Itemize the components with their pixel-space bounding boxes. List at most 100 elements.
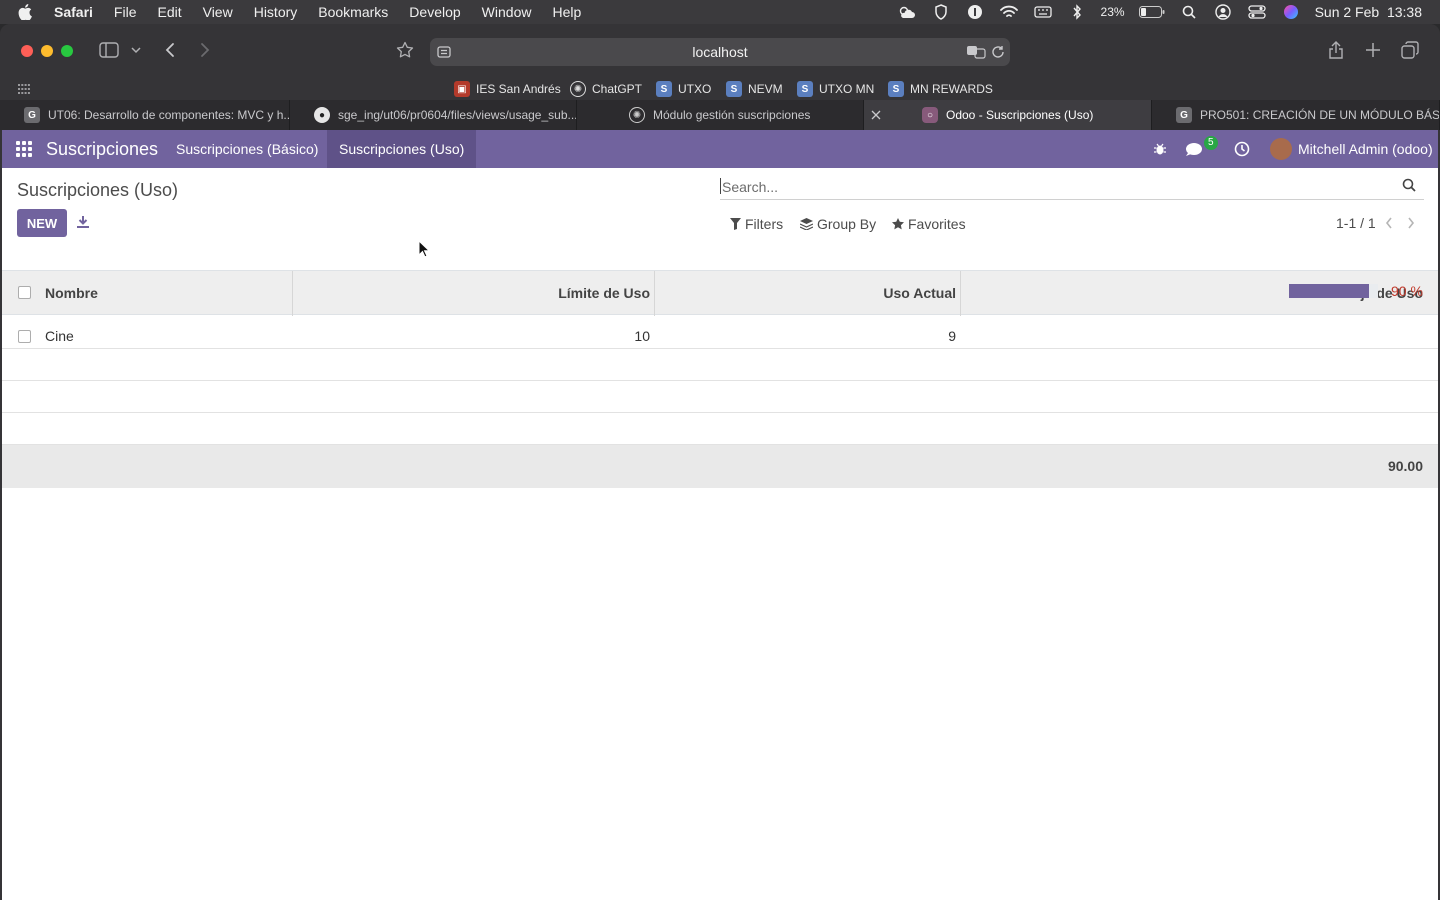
menu-suscripciones-uso[interactable]: Suscripciones (Uso) <box>327 130 477 168</box>
column-divider <box>292 271 293 316</box>
avatar <box>1270 138 1292 160</box>
pager-value[interactable]: 1-1 / 1 <box>1336 215 1376 231</box>
translate-icon[interactable] <box>966 44 986 60</box>
menu-app-name[interactable]: Safari <box>54 4 93 20</box>
debug-bug-icon[interactable] <box>1153 130 1171 168</box>
user-name: Mitchell Admin (odoo) <box>1298 141 1433 157</box>
vpn-shield-icon[interactable] <box>931 4 951 20</box>
odoo-icon: ○ <box>922 107 938 123</box>
menu-file[interactable]: File <box>114 4 137 20</box>
apple-menu-icon[interactable] <box>18 4 36 20</box>
share-icon[interactable] <box>1326 40 1346 60</box>
row-checkbox[interactable] <box>18 330 31 343</box>
table-footer: 90.00 <box>2 445 1438 488</box>
bookmark-utxo-mn[interactable]: S UTXO MN <box>797 80 874 98</box>
search-input[interactable]: Search... <box>720 174 1424 200</box>
chevron-down-icon[interactable] <box>130 44 142 56</box>
bookmark-label: NEVM <box>748 82 783 96</box>
filters-button[interactable]: Filters <box>730 216 783 232</box>
search-icon[interactable] <box>1402 178 1418 194</box>
google-doc-icon: G <box>1176 107 1192 123</box>
apps-grid-icon[interactable] <box>17 82 31 96</box>
app-menu-icon[interactable] <box>16 141 32 157</box>
tab-pro501[interactable]: G PRO501: CREACIÓN DE UN MÓDULO BÁSIC... <box>1152 100 1440 130</box>
close-window-button[interactable] <box>21 45 33 57</box>
cell-limite: 10 <box>634 328 650 344</box>
menu-develop[interactable]: Develop <box>409 4 460 20</box>
new-button[interactable]: NEW <box>17 209 67 237</box>
cell-uso-actual: 9 <box>948 328 956 344</box>
bookmark-chatgpt[interactable]: ✺ ChatGPT <box>570 80 642 98</box>
column-header-uso-actual[interactable]: Uso Actual <box>883 285 956 301</box>
pager-next-icon[interactable] <box>1404 215 1418 231</box>
user-account-icon[interactable] <box>1213 4 1233 20</box>
keyboard-icon[interactable] <box>1033 4 1053 20</box>
table-row[interactable]: Cine 10 9 <box>2 315 1438 349</box>
bookmark-label: ChatGPT <box>592 82 643 96</box>
filter-icon <box>730 218 741 230</box>
column-divider <box>654 271 655 316</box>
control-center-icon[interactable] <box>1247 4 1267 20</box>
messages-icon[interactable] <box>1185 130 1207 168</box>
control-panel: Suscripciones (Uso) NEW Search... Filter… <box>2 168 1438 248</box>
zoom-window-button[interactable] <box>61 45 73 57</box>
battery-icon[interactable] <box>1138 4 1165 20</box>
user-menu[interactable]: Mitchell Admin (odoo) <box>1270 130 1433 168</box>
layers-icon <box>800 218 813 230</box>
group-by-button[interactable]: Group By <box>800 216 876 232</box>
menu-edit[interactable]: Edit <box>157 4 181 20</box>
new-tab-icon[interactable] <box>1363 40 1383 60</box>
wifi-icon[interactable] <box>999 4 1019 20</box>
bluetooth-icon[interactable] <box>1067 4 1087 20</box>
favorites-button[interactable]: Favorites <box>892 216 966 232</box>
table-header: Nombre Límite de Uso Uso Actual Porcenta… <box>2 270 1438 316</box>
column-header-nombre[interactable]: Nombre <box>45 285 98 301</box>
page-title: Suscripciones (Uso) <box>17 180 179 200</box>
siri-icon[interactable] <box>1281 4 1301 20</box>
bookmark-ies-san-andres[interactable]: ▣ IES San Andrés <box>454 80 561 98</box>
bookmark-mn-rewards[interactable]: S MN REWARDS <box>888 80 993 98</box>
odoo-navbar: Suscripciones Suscripciones (Básico) Sus… <box>2 130 1438 168</box>
activity-clock-icon[interactable] <box>1234 130 1252 168</box>
tab-bar: G UT06: Desarrollo de componentes: MVC y… <box>0 100 1440 130</box>
cell-nombre: Cine <box>45 328 74 344</box>
sidebar-toggle-icon[interactable] <box>98 41 120 59</box>
chatgpt-icon: ✺ <box>570 81 586 97</box>
column-divider <box>960 271 961 316</box>
tab-github[interactable]: ● sge_ing/ut06/pr0604/files/views/usage_… <box>290 100 577 130</box>
tab-overview-icon[interactable] <box>1400 40 1420 60</box>
address-bar[interactable]: localhost <box>430 38 1010 66</box>
pager-previous-icon[interactable] <box>1382 215 1396 231</box>
menu-help[interactable]: Help <box>552 4 581 20</box>
weather-icon[interactable] <box>897 4 917 20</box>
menu-bookmarks[interactable]: Bookmarks <box>318 4 388 20</box>
bookmark-nevm[interactable]: S NEVM <box>726 80 783 98</box>
tab-title: Odoo - Suscripciones (Uso) <box>946 108 1094 122</box>
onepassword-icon[interactable] <box>965 4 985 20</box>
bookmarks-bar: ▣ IES San Andrés ✺ ChatGPT S UTXO S NEVM… <box>0 78 1440 100</box>
menu-window[interactable]: Window <box>482 4 532 20</box>
select-all-checkbox[interactable] <box>18 286 31 299</box>
menubar-datetime[interactable]: Sun 2 Feb 13:38 <box>1315 4 1422 20</box>
search-placeholder: Search... <box>722 179 779 195</box>
menu-history[interactable]: History <box>254 4 298 20</box>
menu-suscripciones-basico[interactable]: Suscripciones (Básico) <box>164 130 330 168</box>
tab-title: Módulo gestión suscripciones <box>653 108 811 122</box>
back-arrow-icon[interactable] <box>162 41 178 59</box>
bookmark-utxo[interactable]: S UTXO <box>656 80 711 98</box>
minimize-window-button[interactable] <box>41 45 53 57</box>
tab-odoo-active[interactable]: ○ Odoo - Suscripciones (Uso) <box>864 100 1152 130</box>
reload-icon[interactable] <box>990 44 1006 60</box>
forward-arrow-icon[interactable] <box>197 41 213 59</box>
spotlight-search-icon[interactable] <box>1179 4 1199 20</box>
safari-window: localhost ▣ IES San Andrés ✺ ChatGPT S U… <box>0 24 1440 900</box>
tab-modulo-gestion[interactable]: ✺ Módulo gestión suscripciones <box>577 100 864 130</box>
tab-ut06[interactable]: G UT06: Desarrollo de componentes: MVC y… <box>0 100 290 130</box>
battery-percent: 23% <box>1100 5 1125 19</box>
download-icon[interactable] <box>74 213 92 231</box>
column-header-limite[interactable]: Límite de Uso <box>558 285 650 301</box>
close-tab-icon[interactable] <box>868 107 884 123</box>
menu-view[interactable]: View <box>203 4 233 20</box>
app-brand[interactable]: Suscripciones <box>46 139 158 160</box>
bookmark-star-icon[interactable] <box>395 40 415 60</box>
